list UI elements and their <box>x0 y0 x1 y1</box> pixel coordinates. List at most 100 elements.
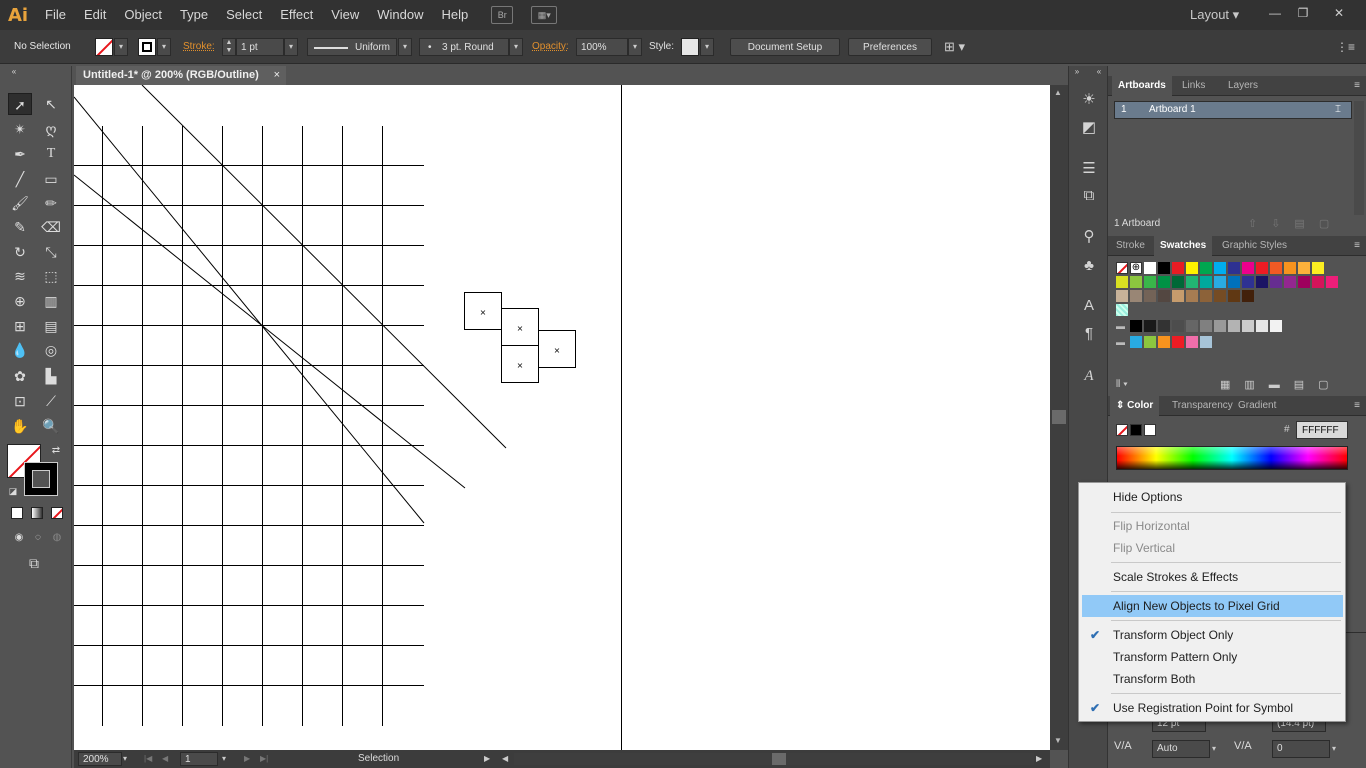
swap-fill-stroke-icon[interactable]: ⇄ <box>44 440 68 462</box>
draw-inside-icon[interactable]: ◍ <box>45 527 69 549</box>
rectangle-tool-icon[interactable]: ▭ <box>39 168 63 190</box>
profile-dropdown[interactable]: ▾ <box>398 38 412 56</box>
perspective-grid-tool-icon[interactable]: ▥ <box>39 290 63 312</box>
swatch[interactable] <box>1116 276 1128 288</box>
swatch-none[interactable] <box>1116 262 1128 274</box>
workspace-switcher[interactable]: Layout ▾ <box>1190 0 1239 30</box>
tab-stroke[interactable]: Stroke <box>1110 236 1151 256</box>
swatch[interactable] <box>1186 276 1198 288</box>
lasso-tool-icon[interactable]: ღ <box>39 118 63 140</box>
swatch[interactable] <box>1256 276 1268 288</box>
swatch[interactable] <box>1312 276 1324 288</box>
graphic-style-dropdown[interactable]: ▾ <box>700 38 714 56</box>
swatch[interactable] <box>1284 262 1296 274</box>
menu-type[interactable]: Type <box>171 0 217 30</box>
swatch-library-icon[interactable]: ⫴ ▾ <box>1116 379 1128 390</box>
swatch[interactable] <box>1326 276 1338 288</box>
zoom-tool-icon[interactable]: 🔍 <box>39 415 63 437</box>
swatches-panel-menu-icon[interactable]: ≡ <box>1354 236 1360 256</box>
swatch[interactable] <box>1116 290 1128 302</box>
swatch[interactable] <box>1200 262 1212 274</box>
tab-graphic-styles[interactable]: Graphic Styles <box>1216 236 1293 256</box>
brushes-panel-icon[interactable]: ⚲ <box>1079 227 1099 247</box>
hscroll-right-icon[interactable]: ▶ <box>1036 752 1042 766</box>
stroke-color-box[interactable] <box>24 462 58 496</box>
tab-color[interactable]: ⇕ Color <box>1110 396 1160 416</box>
tab-links[interactable]: Links <box>1176 76 1211 96</box>
status-menu-icon[interactable]: ▶ <box>484 752 490 766</box>
color-mode-icon[interactable] <box>11 507 23 519</box>
last-artboard-icon[interactable]: ▶| <box>260 752 268 766</box>
align-panel-icon[interactable]: ☰ <box>1079 159 1099 179</box>
swatch[interactable] <box>1144 262 1156 274</box>
eraser-tool-icon[interactable]: ⌫ <box>39 216 63 238</box>
brush-definition[interactable]: • 3 pt. Round <box>419 38 509 56</box>
artboards-panel-menu-icon[interactable]: ≡ <box>1354 76 1360 96</box>
blob-brush-tool-icon[interactable]: ✎ <box>8 216 32 238</box>
menu-item-transform-both[interactable]: Transform Both <box>1082 668 1343 690</box>
menu-edit[interactable]: Edit <box>75 0 115 30</box>
swatch[interactable] <box>1256 320 1268 332</box>
color-guide-panel-icon[interactable]: ◩ <box>1079 118 1099 138</box>
swatch[interactable] <box>1144 320 1156 332</box>
swatch[interactable] <box>1158 320 1170 332</box>
swatch[interactable] <box>1270 262 1282 274</box>
swatch[interactable] <box>1158 276 1170 288</box>
artboard-options-icon[interactable]: ⌶ <box>1335 102 1341 118</box>
arrange-icon[interactable]: ⊞ ▾ <box>944 38 965 56</box>
gray-folder-icon[interactable]: ▬ <box>1116 321 1125 331</box>
color-panel-menu-icon[interactable]: ≡ <box>1354 396 1360 416</box>
artboard-number-input[interactable]: 1 <box>180 752 218 766</box>
first-artboard-icon[interactable]: |◀ <box>144 752 152 766</box>
swatch[interactable] <box>1214 290 1226 302</box>
swatch[interactable] <box>1200 320 1212 332</box>
tab-layers[interactable]: Layers <box>1222 76 1264 96</box>
zoom-dropdown[interactable]: ▾ <box>123 752 127 766</box>
eyedropper-tool-icon[interactable]: 💧 <box>8 339 32 361</box>
swatch[interactable] <box>1186 262 1198 274</box>
swatch[interactable] <box>1172 320 1184 332</box>
character-panel-icon[interactable]: A <box>1079 296 1099 316</box>
fill-none-chip[interactable] <box>1116 424 1128 436</box>
swatch[interactable] <box>1186 336 1198 348</box>
tab-swatches[interactable]: Swatches <box>1154 236 1213 256</box>
white-chip[interactable] <box>1144 424 1156 436</box>
fill-swatch[interactable] <box>95 38 113 56</box>
swatch[interactable] <box>1130 320 1142 332</box>
stroke-swatch[interactable] <box>138 38 156 56</box>
restore-icon[interactable]: ❐ <box>1290 3 1316 23</box>
swatch[interactable] <box>1144 276 1156 288</box>
menu-item-scale-strokes-effects[interactable]: Scale Strokes & Effects <box>1082 566 1343 588</box>
close-tab-icon[interactable]: × <box>274 66 280 85</box>
scale-tool-icon[interactable]: ⤡ <box>39 241 63 263</box>
swatch[interactable] <box>1144 290 1156 302</box>
swatch[interactable] <box>1298 262 1310 274</box>
swatch[interactable] <box>1200 290 1212 302</box>
artboards-list-scroll[interactable] <box>1354 101 1364 215</box>
graphic-style-swatch[interactable] <box>681 38 699 56</box>
swatch[interactable] <box>1312 262 1324 274</box>
menu-item-align-pixel-grid[interactable]: Align New Objects to Pixel Grid <box>1082 595 1343 617</box>
swatch[interactable] <box>1130 276 1142 288</box>
horizontal-scrollbar[interactable] <box>514 753 1034 765</box>
opentype-panel-icon[interactable]: A <box>1079 366 1099 386</box>
swatch[interactable] <box>1214 262 1226 274</box>
swatch-footer-icons[interactable]: ▦▥▬▤▢ <box>1220 378 1343 391</box>
mesh-tool-icon[interactable]: ⊞ <box>8 315 32 337</box>
brights-folder-icon[interactable]: ▬ <box>1116 337 1125 347</box>
variable-width-profile[interactable]: Uniform <box>307 38 397 56</box>
menu-object[interactable]: Object <box>115 0 171 30</box>
swatch[interactable] <box>1228 276 1240 288</box>
hand-tool-icon[interactable]: ✋ <box>8 415 32 437</box>
screen-mode-icon[interactable]: ⧉ <box>22 552 46 574</box>
menu-help[interactable]: Help <box>432 0 477 30</box>
next-artboard-icon[interactable]: ▶ <box>244 752 250 766</box>
stroke-dropdown[interactable]: ▾ <box>157 38 171 56</box>
menu-item-registration-point[interactable]: ✔ Use Registration Point for Symbol <box>1082 697 1343 719</box>
kerning-dropdown[interactable]: ▾ <box>1212 740 1224 758</box>
kerning-input[interactable]: Auto <box>1152 740 1210 758</box>
menu-effect[interactable]: Effect <box>271 0 322 30</box>
swatch[interactable] <box>1298 276 1310 288</box>
stroke-weight-stepper[interactable]: ▲ ▼ <box>222 38 236 56</box>
scroll-thumb[interactable] <box>1052 410 1066 424</box>
